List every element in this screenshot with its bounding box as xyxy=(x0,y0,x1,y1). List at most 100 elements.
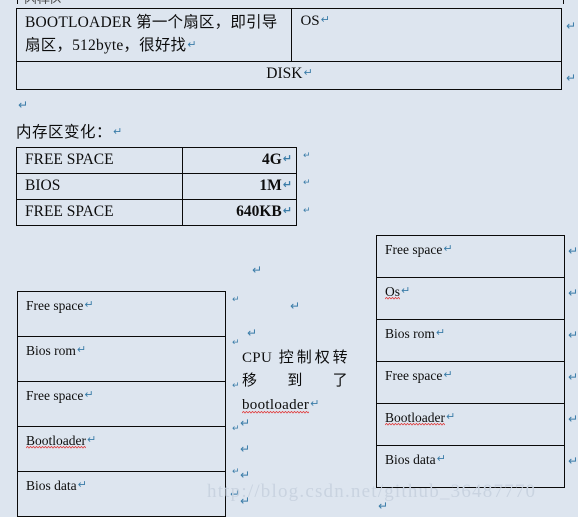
table-row: BOOTLOADER 第一个扇区，即引导扇区，512byte，很好找↵ OS↵ xyxy=(15,8,562,62)
disk-cell: DISK↵ xyxy=(16,61,562,90)
right-map-cell-text: Bios data xyxy=(385,452,436,467)
right-map-cell-text: Free space xyxy=(385,242,443,257)
bootloader-cell: BOOTLOADER 第一个扇区，即引导扇区，512byte，很好找↵ xyxy=(15,8,293,62)
pilcrow-icon: ↵ xyxy=(303,206,311,216)
pilcrow-icon: ↵ xyxy=(290,299,301,313)
pilcrow-icon: ↵ xyxy=(76,343,87,356)
right-map-cell: Bios rom↵ xyxy=(376,319,565,362)
os-cell-text: OS xyxy=(300,13,320,29)
table-row: Bios rom↵ xyxy=(17,336,226,382)
pilcrow-icon: ↵ xyxy=(303,151,311,161)
left-map-cell-text: Bios data xyxy=(26,478,77,493)
pilcrow-icon: ↵ xyxy=(568,454,578,468)
bootloader-cell-text: BOOTLOADER 第一个扇区，即引导扇区，512byte，很好找 xyxy=(25,14,278,55)
pilcrow-icon: ↵ xyxy=(113,125,123,138)
memory-row-size: 1M↵ xyxy=(182,172,297,200)
pilcrow-icon: ↵ xyxy=(435,326,446,339)
pilcrow-icon: ↵ xyxy=(240,416,251,430)
pilcrow-icon: ↵ xyxy=(232,295,240,305)
memory-section-label: 内存区变化：↵ xyxy=(16,120,123,142)
memory-row-size-text: 1M xyxy=(259,176,282,194)
pilcrow-icon: ↵ xyxy=(303,178,311,188)
pilcrow-icon: ↵ xyxy=(232,467,240,477)
table-row: FREE SPACE 640KB↵ xyxy=(15,198,297,226)
pilcrow-icon: ↵ xyxy=(240,494,251,508)
pilcrow-icon: ↵ xyxy=(247,326,258,340)
right-map-cell-text: Bootloader xyxy=(385,410,445,426)
pilcrow-icon: ↵ xyxy=(443,368,453,381)
pilcrow-icon: ↵ xyxy=(232,381,240,391)
pilcrow-icon: ↵ xyxy=(252,263,263,277)
cut-off-row-above: 内存区 xyxy=(17,0,564,4)
pilcrow-icon: ↵ xyxy=(230,487,241,501)
table-row: Bios rom↵ xyxy=(376,319,565,362)
left-map-cell-text: Bootloader xyxy=(26,433,86,449)
pilcrow-icon: ↵ xyxy=(446,410,456,423)
pilcrow-icon: ↵ xyxy=(282,177,292,191)
memory-row-name: FREE SPACE xyxy=(15,147,184,174)
right-map-cell: Os↵ xyxy=(376,277,565,320)
table-row: Free space↵ xyxy=(17,291,226,337)
table-row: Free space↵ xyxy=(376,235,565,278)
memory-row-size: 4G↵ xyxy=(182,147,297,174)
pilcrow-icon: ↵ xyxy=(87,433,97,446)
left-map-cell-text: Free space xyxy=(26,298,84,313)
pilcrow-icon: ↵ xyxy=(568,412,578,426)
pilcrow-icon: ↵ xyxy=(401,284,411,297)
pilcrow-icon: ↵ xyxy=(568,244,578,258)
table-row: Bios data↵ xyxy=(17,471,226,517)
right-map-cell: Free space↵ xyxy=(376,235,565,278)
pilcrow-icon: ↵ xyxy=(443,242,453,255)
left-map-cell: Bios rom↵ xyxy=(17,336,226,382)
pilcrow-icon: ↵ xyxy=(240,468,251,482)
left-map-cell: Bios data↵ xyxy=(17,471,226,517)
disk-layout-table: BOOTLOADER 第一个扇区，即引导扇区，512byte，很好找↵ OS↵ … xyxy=(15,8,562,90)
right-map-cell-text: Os xyxy=(385,284,401,300)
right-map-cell-text: Free space xyxy=(385,368,443,383)
memory-row-size-text: 4G xyxy=(261,151,282,168)
memory-section-label-text: 内存区变化： xyxy=(16,124,113,141)
os-cell: OS↵ xyxy=(291,8,562,62)
right-map-cell-text: Bios rom xyxy=(385,326,435,341)
left-memory-map-table: Free space↵ Bios rom↵ Free space↵ Bootlo… xyxy=(17,291,226,517)
pilcrow-icon: ↵ xyxy=(232,338,240,348)
left-map-cell: Bootloader↵ xyxy=(17,426,226,472)
memory-row-size-text: 640KB xyxy=(236,202,282,220)
table-row: BIOS 1M↵ xyxy=(15,172,297,200)
memory-row-name: BIOS xyxy=(15,172,184,200)
pilcrow-icon: ↵ xyxy=(566,71,577,85)
pilcrow-icon: ↵ xyxy=(282,152,292,165)
table-row: Bootloader↵ xyxy=(17,426,226,472)
pilcrow-icon: ↵ xyxy=(282,203,292,217)
cpu-note-line1: CPU 控制权转 xyxy=(242,350,348,366)
pilcrow-icon: ↵ xyxy=(568,328,578,342)
pilcrow-icon: ↵ xyxy=(18,98,29,112)
table-row: Free space↵ xyxy=(376,361,565,404)
pilcrow-icon: ↵ xyxy=(566,19,577,33)
table-row: Bootloader↵ xyxy=(376,403,565,446)
pilcrow-icon: ↵ xyxy=(84,388,94,401)
memory-row-name: FREE SPACE xyxy=(15,198,184,226)
table-row: Os↵ xyxy=(376,277,565,320)
pilcrow-icon: ↵ xyxy=(568,286,578,300)
right-map-cell: Free space↵ xyxy=(376,361,565,404)
document-page: 内存区 BOOTLOADER 第一个扇区，即引导扇区，512byte，很好找↵ … xyxy=(0,0,578,517)
right-memory-map-table: Free space↵ Os↵ Bios rom↵ Free space↵ Bo… xyxy=(376,235,565,488)
disk-cell-text: DISK xyxy=(266,65,303,82)
left-map-cell: Free space↵ xyxy=(17,291,226,337)
pilcrow-icon: ↵ xyxy=(436,452,446,465)
pilcrow-icon: ↵ xyxy=(77,478,87,491)
table-row: FREE SPACE 4G↵ xyxy=(15,147,297,174)
table-row: DISK↵ xyxy=(16,61,562,90)
memory-region-table: FREE SPACE 4G↵ BIOS 1M↵ FREE SPACE 640KB… xyxy=(15,147,297,226)
cpu-note-line2: 移 到 了 xyxy=(242,373,348,390)
table-row: Free space↵ xyxy=(17,381,226,427)
cpu-transfer-note: CPU 控制权转 移 到 了 bootloader↵ xyxy=(242,347,348,417)
pilcrow-icon: ↵ xyxy=(310,396,320,410)
pilcrow-icon: ↵ xyxy=(232,424,240,434)
pilcrow-icon: ↵ xyxy=(240,442,251,456)
memory-row-size: 640KB↵ xyxy=(182,198,297,226)
table-row: Bios data↵ xyxy=(376,445,565,488)
right-map-cell: Bios data↵ xyxy=(376,445,565,488)
pilcrow-icon: ↵ xyxy=(187,38,197,52)
